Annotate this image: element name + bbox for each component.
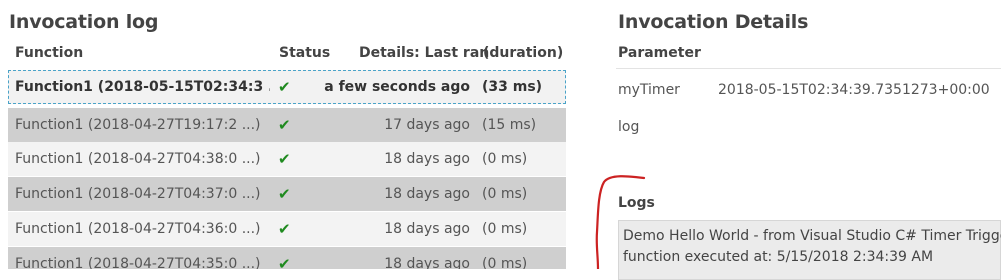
function-name: Function1 (2018-04-27T04:35:0 ...)	[15, 256, 261, 269]
table-row[interactable]: Function1 (2018-04-27T04:38:0 ...) ✔ 18 …	[8, 142, 566, 176]
check-icon: ✔	[278, 78, 291, 96]
invocation-details-panel: Invocation Details Parameter myTimer 201…	[606, 0, 1001, 280]
last-ran: 17 days ago	[384, 117, 470, 133]
check-icon: ✔	[278, 255, 291, 269]
parameter-column-header: Parameter	[618, 45, 701, 61]
invocation-log-title: Invocation log	[9, 11, 159, 33]
table-row[interactable]: Function1 (2018-04-27T19:17:2 ...) ✔ 17 …	[8, 108, 566, 142]
parameter-header-divider	[616, 68, 1001, 69]
duration: (33 ms)	[482, 79, 543, 95]
table-row[interactable]: Function1 (2018-04-27T04:37:0 ...) ✔ 18 …	[8, 177, 566, 211]
column-header-details[interactable]: Details: Last ran	[359, 45, 489, 61]
table-row[interactable]: Function1 (2018-05-15T02:34:3 ...) ✔ a f…	[8, 70, 566, 104]
check-icon: ✔	[278, 185, 291, 203]
last-ran: 18 days ago	[384, 151, 470, 167]
invocation-details-title: Invocation Details	[618, 11, 809, 33]
check-icon: ✔	[278, 116, 291, 134]
parameter-name: log	[618, 119, 640, 135]
duration: (0 ms)	[482, 256, 528, 269]
log-line: function executed at: 5/15/2018 2:34:39 …	[623, 249, 934, 265]
function-name: Function1 (2018-04-27T19:17:2 ...)	[15, 117, 261, 133]
column-header-duration[interactable]: (duration)	[483, 45, 563, 61]
check-icon: ✔	[278, 220, 291, 238]
column-header-function[interactable]: Function	[15, 45, 83, 61]
table-row[interactable]: Function1 (2018-04-27T04:36:0 ...) ✔ 18 …	[8, 212, 566, 246]
function-name: Function1 (2018-05-15T02:34:3 ...)	[15, 79, 270, 95]
logs-label: Logs	[618, 195, 655, 211]
duration: (0 ms)	[482, 221, 528, 237]
duration: (0 ms)	[482, 151, 528, 167]
logs-output[interactable]: Demo Hello World - from Visual Studio C#…	[618, 220, 1001, 280]
last-ran: 18 days ago	[384, 256, 470, 269]
column-header-status[interactable]: Status	[279, 45, 330, 61]
invocation-log-panel: Invocation log Function Status Details: …	[0, 0, 572, 269]
function-name: Function1 (2018-04-27T04:37:0 ...)	[15, 186, 261, 202]
log-line: Demo Hello World - from Visual Studio C#…	[623, 228, 1001, 244]
table-row[interactable]: Function1 (2018-04-27T04:35:0 ...) ✔ 18 …	[8, 247, 566, 269]
parameter-value: 2018-05-15T02:34:39.7351273+00:00	[718, 82, 990, 98]
function-name: Function1 (2018-04-27T04:36:0 ...)	[15, 221, 261, 237]
duration: (0 ms)	[482, 186, 528, 202]
check-icon: ✔	[278, 150, 291, 168]
function-name: Function1 (2018-04-27T04:38:0 ...)	[15, 151, 261, 167]
duration: (15 ms)	[482, 117, 537, 133]
last-ran: a few seconds ago	[324, 79, 470, 95]
parameter-name: myTimer	[618, 82, 680, 98]
last-ran: 18 days ago	[384, 221, 470, 237]
last-ran: 18 days ago	[384, 186, 470, 202]
